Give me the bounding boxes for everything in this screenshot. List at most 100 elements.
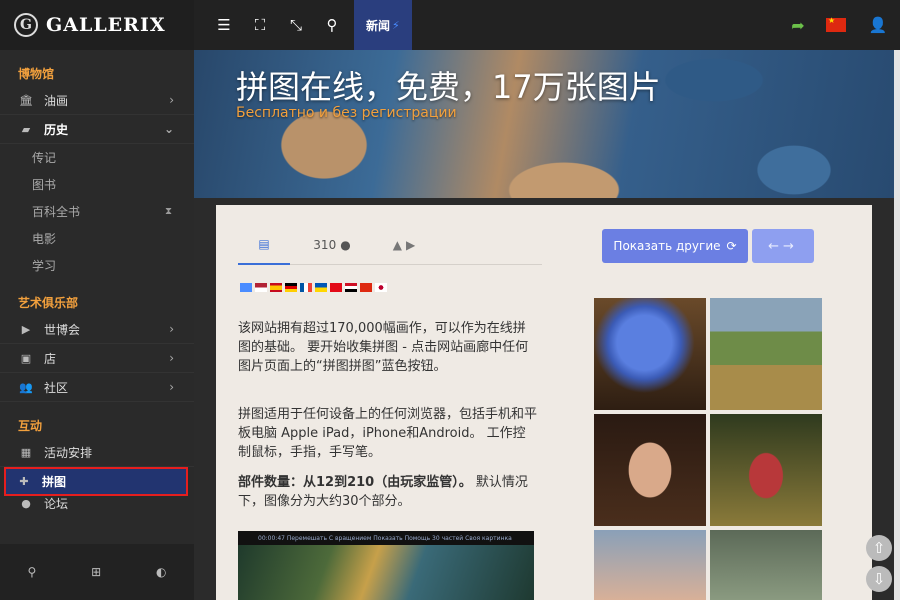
sidebar-item-label: 论坛 [44,496,69,511]
show-other-button[interactable]: Показать другие ⟳ [602,229,748,263]
arrow-left-icon: ← [768,238,783,254]
language-flags [240,283,387,292]
tab-comments[interactable]: 310 ● [302,225,362,265]
sidebar-item-expo[interactable]: ▶ 世博会 › [0,315,194,344]
chevron-right-icon: › [169,380,174,394]
tab-apps[interactable]: ▲ ▶ [374,225,434,265]
thumbnail-mythology[interactable] [594,530,706,600]
logo[interactable]: G GALLERIX [0,0,194,50]
sidebar-item-puzzle[interactable]: ✚ 拼图 [4,467,188,496]
logo-text: GALLERIX [46,14,166,36]
comment-icon: ● [340,238,351,252]
sidebar-item-shop[interactable]: ▣ 店 › [0,344,194,373]
china-flag-icon[interactable] [826,16,846,32]
chevron-right-icon: › [169,351,174,365]
scroll-down-icon[interactable]: ⇩ [866,566,892,592]
sidebar-item-label: 社区 [44,380,69,395]
sidebar: G GALLERIX 博物馆 🏛 油画 › ▰ 历史 ⌄ 传记 图书 百科全书 … [0,0,194,600]
pieces-paragraph: 部件数量：从12到210（由玩家监管）。 默认情况下，图像分为大约30个部分。 [238,473,538,511]
sidebar-item-label: 店 [44,351,57,366]
sidebar-item-label: 历史 [44,122,69,137]
prev-next-button[interactable]: ← → [752,229,814,263]
sidebar-item-paintings[interactable]: 🏛 油画 › [0,86,194,115]
section-title-interactive: 互动 [18,418,43,433]
flag-eg-icon[interactable] [345,283,357,292]
search-icon[interactable]: ⚲ [314,0,350,50]
refresh-icon: ⟳ [726,239,737,253]
sidebar-sub-encyclopedia[interactable]: 百科全书 ⧗ [0,198,194,225]
sidebar-item-history[interactable]: ▰ 历史 ⌄ [0,115,194,144]
tab-comments-count: 310 [313,238,337,252]
chevron-down-icon: ⌄ [163,122,174,136]
search-icon[interactable]: ⚲ [27,565,36,579]
puzzle-icon: ✚ [19,475,29,488]
thumbnail-child[interactable] [710,414,822,526]
flag-cn-icon[interactable] [360,283,372,292]
flag-fr-icon[interactable] [300,283,312,292]
intro-paragraph: 该网站拥有超过170,000幅画作，可以作为在线拼图的基础。 要开始收集拼图 -… [238,321,529,374]
tab-description[interactable]: ▤ [238,225,290,265]
thumbnail-still-life[interactable] [710,530,822,600]
sidebar-item-forum[interactable]: ● 论坛 [0,496,194,511]
news-label: 新闻 [366,18,391,33]
users-icon: 👥 [19,380,33,394]
google-play-icon: ▶ [406,238,416,252]
preview-toolbar: 00:00:47 Перемешать С вращением Показать… [238,531,534,545]
sidebar-footer: ⚲ ⊞ ◐ [0,544,194,600]
thumbnail-portrait[interactable] [594,414,706,526]
thumbnail-flowers[interactable] [594,298,706,410]
news-tab[interactable]: 新闻 ⚡ [354,0,412,50]
chevron-right-icon: › [169,93,174,107]
sitemap-icon[interactable]: ⊞ [91,565,101,579]
flag-us-icon[interactable] [255,283,267,292]
shop-icon: ▣ [20,351,32,365]
book-icon: ▰ [21,122,31,136]
hero-banner: 拼图在线，免费，17万张图片 Бесплатно и без регистрац… [194,50,894,198]
android-icon: ▲ [392,238,402,252]
sidebar-item-label: 世博会 [44,322,81,337]
flag-jp-icon[interactable] [375,283,387,292]
chevron-right-icon: › [169,322,174,336]
fullscreen-icon[interactable]: ⛶ [242,0,278,50]
bank-icon: 🏛 [19,93,33,107]
sidebar-item-community[interactable]: 👥 社区 › [0,373,194,402]
devices-paragraph: 拼图适用于任何设备上的任何浏览器，包括手机和平板电脑 Apple iPad，iP… [238,407,538,460]
puzzle-preview[interactable]: 00:00:47 Перемешать С вращением Показать… [238,531,534,600]
preview-image [238,545,534,600]
menu-icon[interactable]: ☰ [206,0,242,50]
section-title-art-club: 艺术俱乐部 [18,295,79,310]
scroll-up-icon[interactable]: ⇧ [866,535,892,561]
hero-title: 拼图在线，免费，17万张图片 [236,68,661,106]
flag-ua-icon[interactable] [315,283,327,292]
sidebar-sub-label: 百科全书 [32,205,81,219]
sidebar-item-events[interactable]: ▦ 活动安排 [0,438,194,467]
forum-icon: ● [21,496,31,510]
play-icon: ▶ [21,322,31,336]
document-icon: ▤ [258,237,270,251]
sidebar-sub-study[interactable]: 学习 [0,252,194,279]
compress-icon[interactable]: ⤡ [278,0,314,50]
sidebar-item-label: 拼图 [42,475,67,489]
flag-es-icon[interactable] [270,283,282,292]
content-card: ▤ 310 ● ▲ ▶ Показать другие ⟳ ← → 该网站拥有超过… [216,205,872,600]
sidebar-sub-books[interactable]: 图书 [0,171,194,198]
pieces-strong: 部件数量：从12到210（由玩家监管）。 [238,475,472,490]
show-other-label: Показать другие [613,239,721,253]
user-icon[interactable]: 👤 [856,16,900,34]
calendar-icon: ▦ [20,445,32,459]
bolt-icon: ⚡ [392,18,400,32]
translate-icon[interactable] [240,283,252,292]
scrollbar[interactable] [894,50,900,600]
flag-de-icon[interactable] [285,283,297,292]
sidebar-sub-biography[interactable]: 传记 [0,144,194,171]
section-title-museum: 博物馆 [18,66,55,81]
sidebar-item-label: 活动安排 [44,445,93,460]
arrow-right-icon: → [783,238,798,254]
top-bar: ☰ ⛶ ⤡ ⚲ 新闻 ⚡ ➦ 👤 [194,0,900,50]
hourglass-icon: ⧗ [164,206,172,217]
sidebar-sub-movies[interactable]: 电影 [0,225,194,252]
flag-tr-icon[interactable] [330,283,342,292]
share-icon[interactable]: ➦ [780,16,816,35]
contrast-icon[interactable]: ◐ [156,565,166,579]
thumbnail-landscape[interactable] [710,298,822,410]
